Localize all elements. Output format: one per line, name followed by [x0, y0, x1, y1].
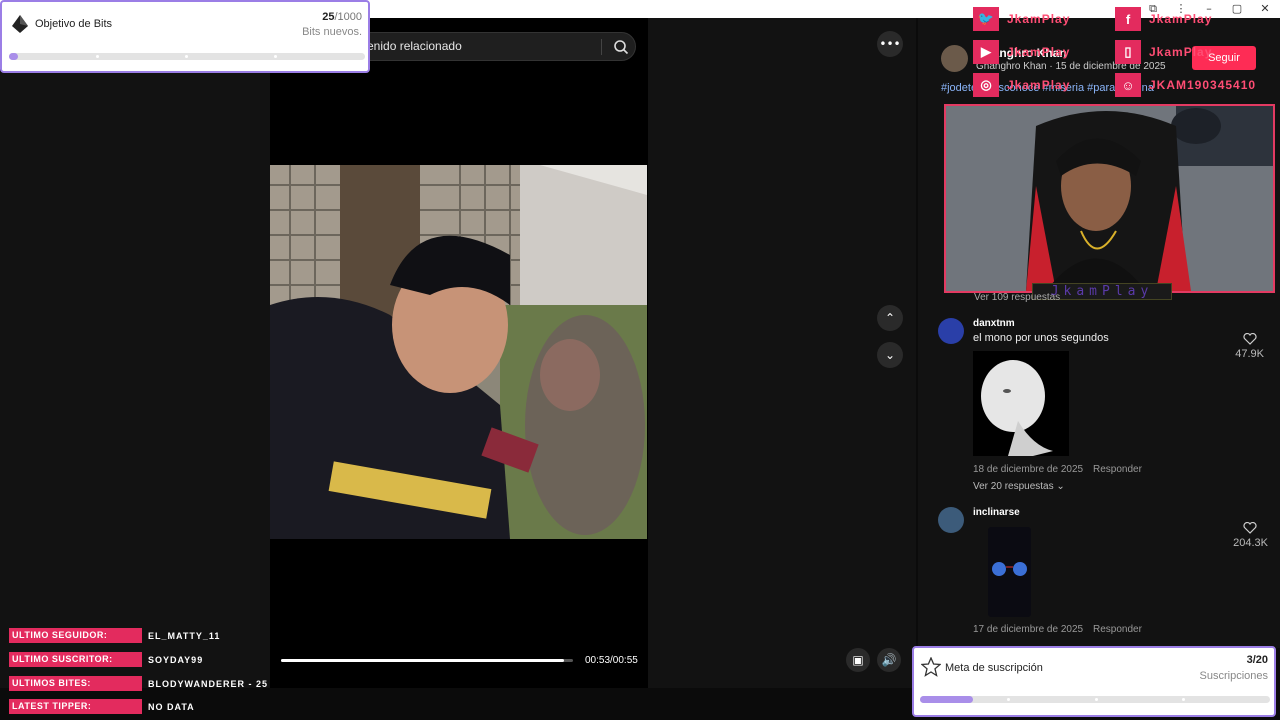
social-twitter: 🐦 JkamPlay: [973, 7, 1071, 31]
chevron-down-icon: ⌄: [1056, 481, 1065, 492]
comment-image[interactable]: [973, 351, 1069, 456]
comment-image[interactable]: [988, 527, 1031, 617]
heart-icon[interactable]: [1243, 333, 1257, 345]
speaker-icon: 🔊: [881, 653, 897, 667]
comment-username[interactable]: danxtnm: [973, 318, 1015, 329]
comment-avatar[interactable]: [938, 507, 964, 533]
comment-text: el mono por unos segundos: [973, 332, 1109, 344]
bits-goal-current: 25: [322, 11, 335, 23]
heart-icon[interactable]: [1243, 522, 1257, 534]
subscription-goal-progress-fill: [920, 696, 973, 703]
subscription-goal-milestone: [1182, 698, 1185, 701]
bits-goal-milestone: [274, 55, 277, 58]
close-icon[interactable]: ✕: [1258, 2, 1272, 16]
subscription-goal-count-value: 3/20: [1246, 654, 1268, 666]
social-name: JkamPlay: [1149, 45, 1213, 59]
stream-label-value: BLODYWANDERER - 25: [148, 678, 269, 689]
view-replies-label: Ver 20 respuestas: [973, 481, 1054, 492]
last-bits-label: ULTIMOS BITES: BLODYWANDERER - 25: [9, 676, 268, 691]
like-count: 204.3K: [1233, 537, 1268, 549]
facebook-icon: f: [1115, 7, 1141, 31]
stream-label-key: ULTIMOS BITES:: [9, 676, 142, 691]
stream-label-value: NO DATA: [148, 701, 195, 712]
subscription-goal-title: Meta de suscripción: [945, 662, 1043, 674]
chevron-down-icon: ⌄: [884, 348, 896, 362]
last-subscriber-label: ULTIMO SUSCRITOR: SOYDAY99: [9, 652, 203, 667]
video-side-area: [648, 18, 916, 688]
next-video-button[interactable]: ⌄: [877, 342, 903, 368]
like-count: 47.9K: [1235, 348, 1264, 360]
comment-date: 17 de diciembre de 2025: [973, 624, 1084, 635]
search-bar[interactable]: [348, 32, 636, 61]
bits-goal-milestone: [185, 55, 188, 58]
comment-date: 18 de diciembre de 2025: [973, 464, 1084, 475]
bits-gem-icon: [12, 15, 28, 33]
subscription-goal-widget: Meta de suscripción 3/20 Suscripciones: [912, 646, 1276, 717]
bits-goal-title: Objetivo de Bits: [35, 18, 113, 30]
discord-icon: ☺: [1115, 73, 1141, 97]
stream-label-value: EL_MATTY_11: [148, 630, 221, 641]
subscription-goal-count: 3/20: [1247, 654, 1268, 666]
previous-video-button[interactable]: ⌃: [877, 305, 903, 331]
reply-button[interactable]: Responder: [1093, 464, 1142, 475]
left-sidebar-area: [0, 18, 270, 688]
bits-goal-subtitle: Bits nuevos.: [302, 26, 362, 38]
comment-username[interactable]: inclinarse: [973, 507, 1020, 518]
bits-goal-count: 25/1000: [322, 11, 362, 23]
search-input[interactable]: [367, 39, 587, 53]
last-follower-label: ULTIMO SEGUIDOR: EL_MATTY_11: [9, 628, 220, 643]
subscription-goal-label: Suscripciones: [1199, 670, 1268, 682]
webcam-overlay: [944, 104, 1275, 293]
social-name: JkamPlay: [1007, 78, 1071, 92]
social-name: JKAM190345410: [1149, 78, 1257, 92]
webcam-image: [946, 106, 1273, 291]
bits-goal-milestone: [96, 55, 99, 58]
volume-button[interactable]: 🔊: [877, 648, 901, 672]
stream-label-value: SOYDAY99: [148, 654, 204, 665]
social-discord: ☺ JKAM190345410: [1115, 73, 1257, 97]
social-facebook: f JkamPlay: [1115, 7, 1213, 31]
social-name: JkamPlay: [1007, 12, 1071, 26]
twitch-icon: ▯: [1115, 40, 1141, 64]
reply-button[interactable]: Responder: [1093, 624, 1142, 635]
video-time: 00:53/00:55: [585, 655, 638, 666]
twitter-icon: 🐦: [973, 7, 999, 31]
social-twitch: ▯ JkamPlay: [1115, 40, 1213, 64]
stream-label-key: LATEST TIPPER:: [9, 699, 142, 714]
picture-in-picture-icon: ▣: [852, 653, 864, 667]
subscription-goal-progress: [920, 696, 1270, 703]
comment-avatar[interactable]: [938, 318, 964, 344]
bits-goal-total: /1000: [334, 11, 362, 23]
more-options-button[interactable]: •••: [877, 31, 903, 57]
chevron-up-icon: ⌃: [884, 311, 896, 325]
social-name: JkamPlay: [1149, 12, 1213, 26]
video-player[interactable]: [270, 165, 647, 539]
video-progress-fill: [281, 659, 565, 662]
video-progress-bar[interactable]: [281, 659, 573, 662]
search-divider: [601, 39, 602, 55]
view-replies-link[interactable]: Ver 109 respuestas: [974, 292, 1060, 303]
star-icon: [921, 657, 941, 677]
social-youtube: ▶ JkamPlay: [973, 40, 1071, 64]
bits-goal-progress-fill: [9, 53, 18, 60]
social-instagram: ◎ JkamPlay: [973, 73, 1071, 97]
latest-tipper-label: LATEST TIPPER: NO DATA: [9, 699, 195, 714]
pip-button[interactable]: ▣: [846, 648, 870, 672]
maximize-icon[interactable]: ▢: [1230, 2, 1244, 16]
bits-goal-widget: Objetivo de Bits 25/1000 Bits nuevos.: [0, 0, 370, 73]
view-replies-link[interactable]: Ver 20 respuestas ⌄: [973, 481, 1065, 492]
subscription-goal-milestone: [1007, 698, 1010, 701]
youtube-icon: ▶: [973, 40, 999, 64]
video-frame-image: [270, 165, 647, 539]
search-icon[interactable]: [613, 39, 629, 55]
bits-goal-progress: [9, 53, 365, 60]
stream-label-key: ULTIMO SUSCRITOR:: [9, 652, 142, 667]
screen: ⧉ ⋮ – ▢ ✕ enido relacionado 00:53/00:55 …: [0, 0, 1280, 720]
social-name: JkamPlay: [1007, 45, 1071, 59]
more-dots-icon: •••: [879, 37, 901, 51]
instagram-icon: ◎: [973, 73, 999, 97]
author-avatar[interactable]: [941, 45, 968, 72]
stream-label-key: ULTIMO SEGUIDOR:: [9, 628, 142, 643]
subscription-goal-milestone: [1095, 698, 1098, 701]
